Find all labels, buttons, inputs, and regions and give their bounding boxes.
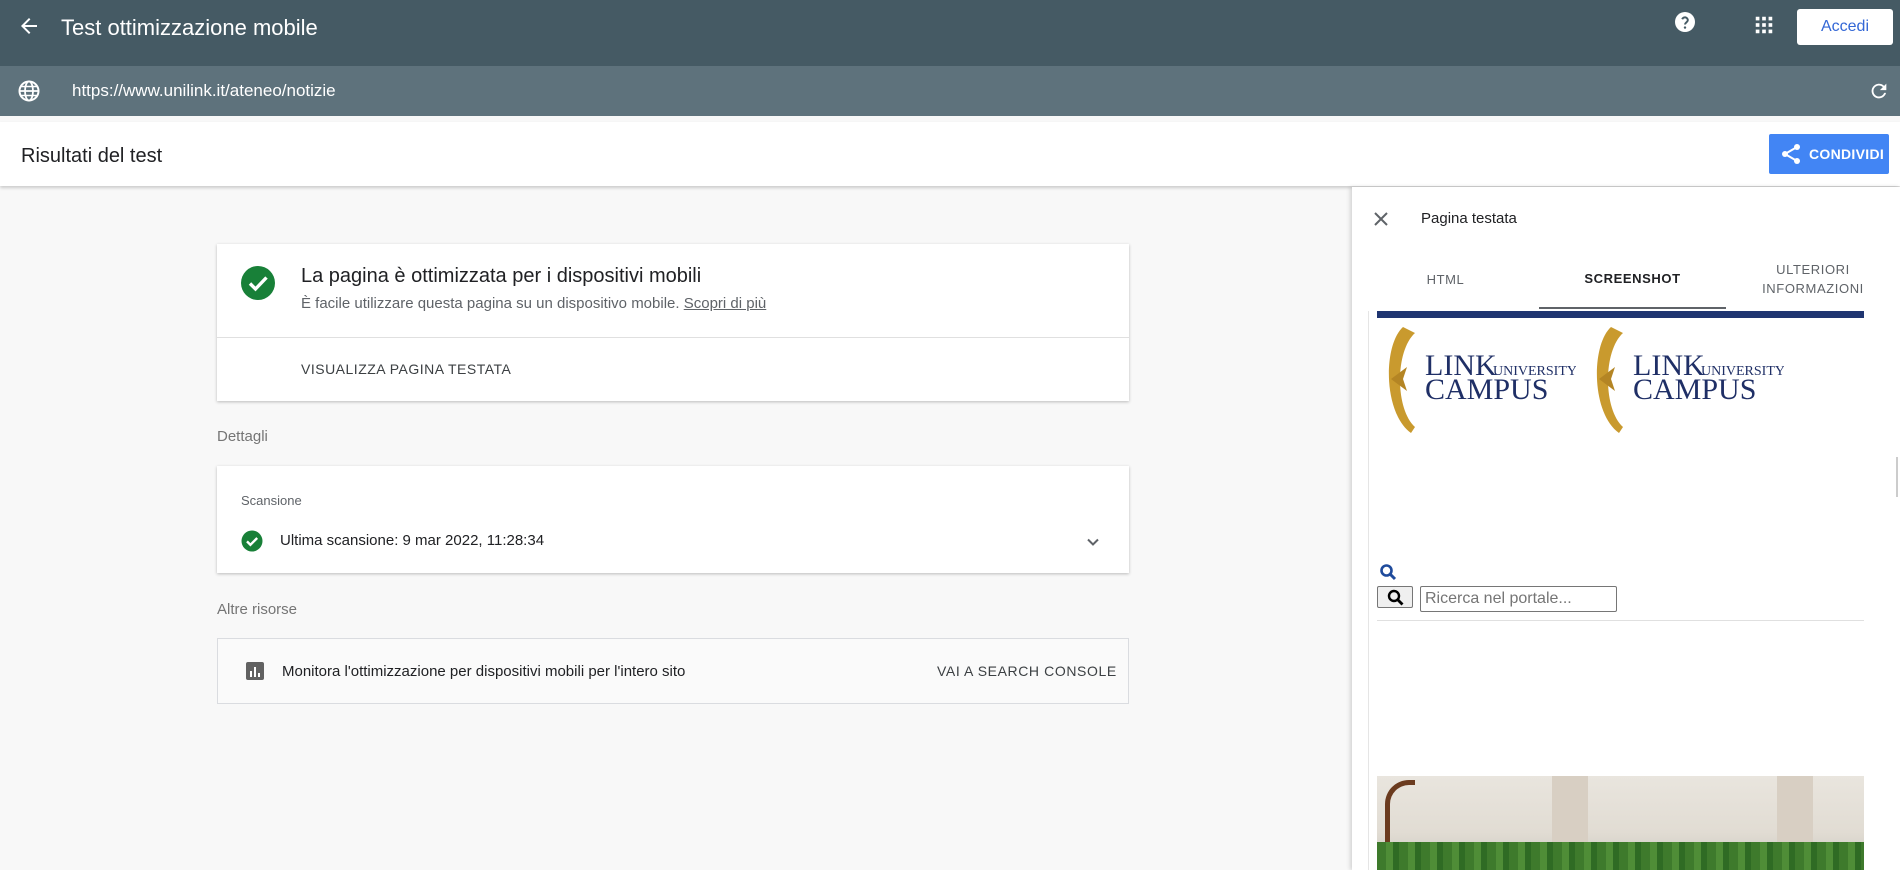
details-label: Dettagli xyxy=(217,428,268,445)
view-tested-page-button[interactable]: VISUALIZZA PAGINA TESTATA xyxy=(301,361,511,377)
panel-title: Pagina testata xyxy=(1421,210,1517,227)
app-title: Test ottimizzazione mobile xyxy=(61,15,318,40)
globe-icon xyxy=(18,80,40,102)
learn-more-link[interactable]: Scopri di più xyxy=(684,295,767,312)
link-campus-logo: LINK UNIVERSITY CAMPUS xyxy=(1388,327,1576,433)
share-label: CONDIVIDI xyxy=(1809,146,1885,162)
results-title: Risultati del test xyxy=(21,145,163,167)
link-campus-logo: LINK UNIVERSITY CAMPUS xyxy=(1596,327,1784,433)
scan-card[interactable]: Scansione Ultima scansione: 9 mar 2022, … xyxy=(217,466,1129,573)
monitor-text: Monitora l'ottimizzazione per dispositiv… xyxy=(282,663,686,680)
search-icon xyxy=(1380,564,1397,581)
bar-chart-icon xyxy=(246,662,264,680)
result-card: La pagina è ottimizzata per i dispositiv… xyxy=(217,244,1129,401)
other-resources-label: Altre risorse xyxy=(217,601,298,618)
result-subtitle-text: È facile utilizzare questa pagina su un … xyxy=(301,295,680,312)
panel-scrollbar[interactable] xyxy=(1896,457,1898,497)
signin-button[interactable]: Accedi xyxy=(1797,9,1893,45)
search-console-resource: Monitora l'ottimizzazione per dispositiv… xyxy=(217,638,1129,704)
help-circle-icon[interactable] xyxy=(1673,10,1697,34)
tab-html[interactable]: HTML xyxy=(1352,249,1539,309)
card-divider xyxy=(217,337,1129,338)
news-photo xyxy=(1377,776,1864,870)
panel-tabs: HTML SCREENSHOT ULTERIORI INFORMAZIONI xyxy=(1352,249,1900,309)
tab-more-info[interactable]: ULTERIORI INFORMAZIONI xyxy=(1726,249,1900,309)
search-icon xyxy=(1387,589,1404,606)
site-search-input[interactable] xyxy=(1420,586,1617,612)
share-icon xyxy=(1782,144,1800,164)
tab-screenshot[interactable]: SCREENSHOT xyxy=(1539,249,1726,309)
apps-grid-icon[interactable] xyxy=(1753,14,1775,36)
arrow-left-icon[interactable] xyxy=(17,14,41,38)
app-header: Test ottimizzazione mobile Accedi xyxy=(0,0,1900,66)
site-header-strip xyxy=(1377,311,1864,318)
site-search-button[interactable] xyxy=(1377,586,1413,608)
tested-page-panel: Pagina testata HTML SCREENSHOT ULTERIORI… xyxy=(1352,187,1900,870)
photo-hedge xyxy=(1377,842,1864,870)
divider xyxy=(1377,620,1864,621)
results-header: Risultati del test CONDIVIDI xyxy=(0,122,1900,186)
check-circle-icon xyxy=(241,266,275,300)
svg-text:CAMPUS: CAMPUS xyxy=(1633,373,1756,406)
chevron-down-icon[interactable] xyxy=(1083,532,1103,552)
url-input[interactable]: https://www.unilink.it/ateneo/notizie xyxy=(72,81,336,101)
share-button[interactable]: CONDIVIDI xyxy=(1769,134,1889,174)
search-console-link[interactable]: VAI A SEARCH CONSOLE xyxy=(937,663,1117,679)
refresh-icon[interactable] xyxy=(1868,80,1890,102)
url-bar: https://www.unilink.it/ateneo/notizie xyxy=(0,66,1900,116)
close-icon[interactable] xyxy=(1371,209,1391,229)
result-subtitle: È facile utilizzare questa pagina su un … xyxy=(301,295,766,312)
last-scan-text: Ultima scansione: 9 mar 2022, 11:28:34 xyxy=(280,532,545,549)
svg-text:CAMPUS: CAMPUS xyxy=(1425,373,1548,406)
result-heading: La pagina è ottimizzata per i dispositiv… xyxy=(301,265,702,287)
page-screenshot: LINK UNIVERSITY CAMPUS LINK UNIVERSITY C… xyxy=(1368,311,1864,870)
scan-label: Scansione xyxy=(241,493,302,508)
check-circle-icon xyxy=(241,530,263,552)
